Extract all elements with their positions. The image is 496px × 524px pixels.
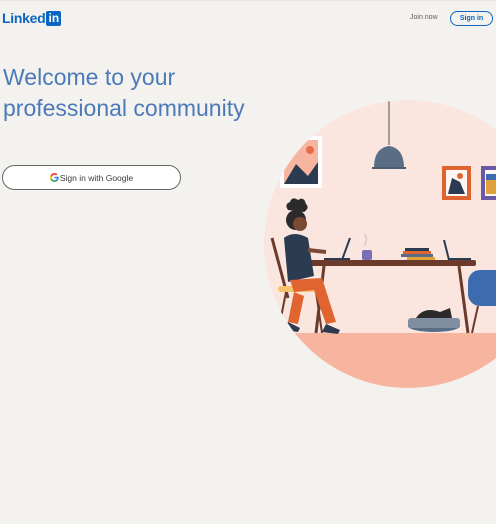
remote-work-illustration [264,100,496,388]
sign-in-button[interactable]: Sign in [450,11,493,26]
page-title: Welcome to your professional community [3,64,245,121]
linkedin-logo[interactable]: Linked in [2,10,62,26]
join-now-link[interactable]: Join now [410,14,438,21]
logo-in-box: in [46,11,62,26]
google-button-label: Sign in with Google [59,172,134,183]
logo-wordmark: Linked [2,10,46,26]
google-g-icon [49,173,59,182]
sign-in-with-google-button[interactable]: Sign in with Google [2,165,181,190]
top-divider [0,0,496,1]
